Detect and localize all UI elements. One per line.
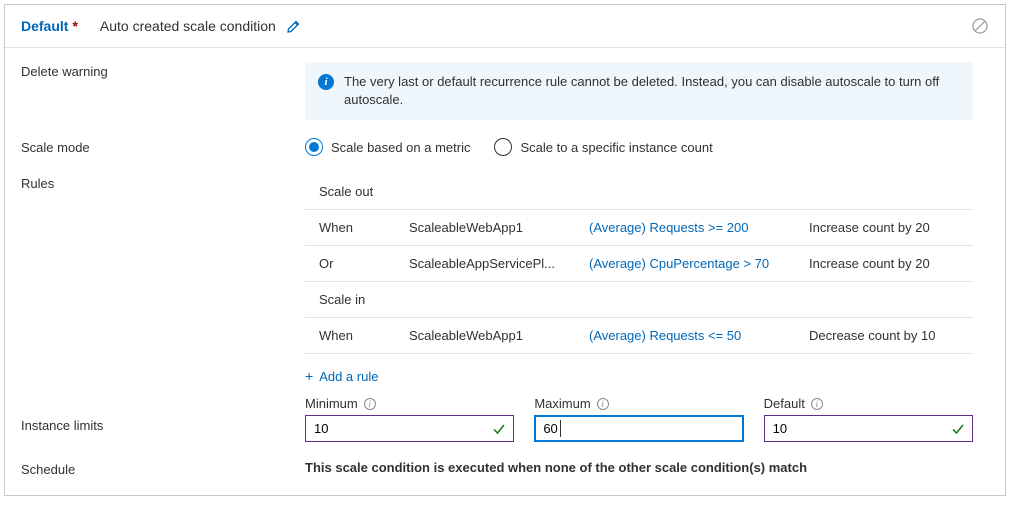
rule-action: Increase count by 20 bbox=[809, 220, 959, 235]
rule-condition[interactable]: (Average) CpuPercentage > 70 bbox=[589, 256, 809, 271]
delete-warning-text: The very last or default recurrence rule… bbox=[344, 73, 960, 109]
radio-icon bbox=[305, 138, 323, 156]
rules-label: Rules bbox=[21, 174, 305, 191]
rule-resource: ScaleableAppServicePl... bbox=[409, 256, 589, 271]
rule-action: Increase count by 20 bbox=[809, 256, 959, 271]
delete-warning-label: Delete warning bbox=[21, 62, 305, 79]
info-icon[interactable]: i bbox=[364, 398, 376, 410]
rule-row[interactable]: Or ScaleableAppServicePl... (Average) Cp… bbox=[305, 246, 973, 282]
rule-op: When bbox=[319, 328, 409, 343]
minimum-label: Minimum i bbox=[305, 396, 514, 411]
pencil-icon[interactable] bbox=[286, 18, 302, 34]
check-icon bbox=[492, 422, 506, 436]
plus-icon: + bbox=[305, 368, 313, 384]
instance-limits-label: Instance limits bbox=[21, 396, 305, 433]
card-header: Default* Auto created scale condition bbox=[5, 5, 1005, 48]
maximum-label: Maximum i bbox=[534, 396, 743, 411]
rule-resource: ScaleableWebApp1 bbox=[409, 328, 589, 343]
scale-condition-card: Default* Auto created scale condition De… bbox=[4, 4, 1006, 496]
default-input[interactable] bbox=[764, 415, 973, 442]
schedule-text: This scale condition is executed when no… bbox=[305, 460, 989, 475]
scale-mode-instance-radio[interactable]: Scale to a specific instance count bbox=[494, 138, 712, 156]
check-icon bbox=[951, 422, 965, 436]
scale-mode-metric-radio[interactable]: Scale based on a metric bbox=[305, 138, 470, 156]
delete-warning-box: i The very last or default recurrence ru… bbox=[305, 62, 973, 120]
required-indicator: * bbox=[72, 18, 77, 34]
info-icon[interactable]: i bbox=[811, 398, 823, 410]
rules-table: Scale out When ScaleableWebApp1 (Average… bbox=[305, 174, 973, 354]
add-rule-button[interactable]: + Add a rule bbox=[305, 354, 378, 390]
schedule-label: Schedule bbox=[21, 460, 305, 477]
rule-op: When bbox=[319, 220, 409, 235]
rule-row[interactable]: When ScaleableWebApp1 (Average) Requests… bbox=[305, 318, 973, 354]
condition-name[interactable]: Default bbox=[21, 18, 68, 34]
rule-action: Decrease count by 10 bbox=[809, 328, 959, 343]
minimum-input[interactable] bbox=[305, 415, 514, 442]
scale-mode-radio-group: Scale based on a metric Scale to a speci… bbox=[305, 138, 989, 156]
scale-in-header: Scale in bbox=[305, 282, 973, 318]
info-icon[interactable]: i bbox=[597, 398, 609, 410]
radio-label: Scale based on a metric bbox=[331, 140, 470, 155]
condition-subtitle: Auto created scale condition bbox=[100, 18, 276, 34]
scale-mode-label: Scale mode bbox=[21, 138, 305, 155]
radio-label: Scale to a specific instance count bbox=[520, 140, 712, 155]
disable-icon[interactable] bbox=[971, 17, 989, 35]
radio-icon bbox=[494, 138, 512, 156]
rule-condition[interactable]: (Average) Requests <= 50 bbox=[589, 328, 809, 343]
default-label: Default i bbox=[764, 396, 973, 411]
instance-limits-group: Minimum i Maximum i bbox=[305, 396, 973, 442]
maximum-input[interactable] bbox=[534, 415, 743, 442]
rule-row[interactable]: When ScaleableWebApp1 (Average) Requests… bbox=[305, 210, 973, 246]
rule-resource: ScaleableWebApp1 bbox=[409, 220, 589, 235]
text-cursor bbox=[560, 420, 561, 437]
scale-out-header: Scale out bbox=[305, 174, 973, 210]
rule-op: Or bbox=[319, 256, 409, 271]
add-rule-label: Add a rule bbox=[319, 369, 378, 384]
info-icon: i bbox=[318, 74, 334, 90]
rule-condition[interactable]: (Average) Requests >= 200 bbox=[589, 220, 809, 235]
